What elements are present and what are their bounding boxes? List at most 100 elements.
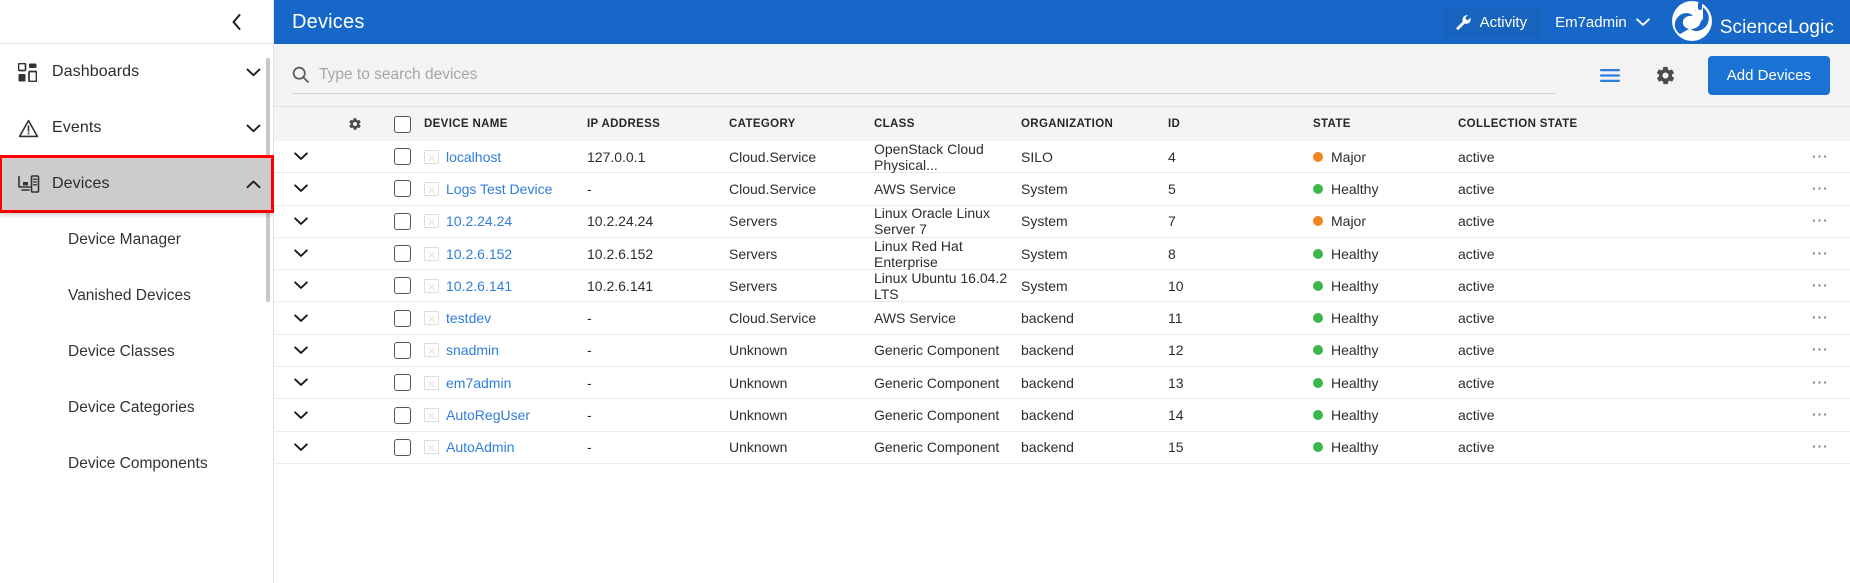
row-checkbox[interactable] [394,407,411,424]
row-actions-ellipsis-icon[interactable]: ⋯ [1790,147,1850,167]
row-checkbox[interactable] [394,342,411,359]
row-actions-ellipsis-icon[interactable]: ⋯ [1790,276,1850,296]
row-checkbox-cell [382,439,422,456]
table-row[interactable]: 10.2.6.14110.2.6.141ServersLinux Ubuntu … [274,270,1850,302]
chevron-up-icon[interactable] [233,180,273,189]
row-actions-ellipsis-icon[interactable]: ⋯ [1790,211,1850,231]
wrench-icon [1455,14,1472,31]
sidebar-subitem-device-classes[interactable]: Device Classes [0,324,273,380]
row-expand-chevron-down-icon[interactable] [274,184,328,193]
row-expand-chevron-down-icon[interactable] [274,443,328,452]
sidebar-subitem-device-categories[interactable]: Device Categories [0,380,273,436]
row-checkbox[interactable] [394,245,411,262]
row-checkbox[interactable] [394,213,411,230]
row-expand-chevron-down-icon[interactable] [274,346,328,355]
header-category[interactable]: CATEGORY [729,118,874,130]
row-expand-chevron-down-icon[interactable] [274,249,328,258]
search-input[interactable] [319,66,1556,84]
select-all-checkbox[interactable] [394,116,411,133]
row-checkbox[interactable] [394,374,411,391]
row-actions-ellipsis-icon[interactable]: ⋯ [1790,340,1850,360]
row-actions-ellipsis-icon[interactable]: ⋯ [1790,308,1850,328]
status-dot [1313,345,1323,355]
row-checkbox[interactable] [394,180,411,197]
cell-device-name[interactable]: 10.2.6.141 [422,278,587,294]
row-expand-chevron-down-icon[interactable] [274,411,328,420]
search-bar[interactable] [292,56,1556,94]
cell-ip-address: - [587,375,729,391]
list-view-icon[interactable] [1590,55,1630,95]
cell-device-name[interactable]: Logs Test Device [422,181,587,197]
device-name-link[interactable]: 10.2.6.141 [446,278,512,294]
row-actions-ellipsis-icon[interactable]: ⋯ [1790,244,1850,264]
cell-device-name[interactable]: AutoRegUser [422,407,587,423]
table-row[interactable]: snadmin-UnknownGeneric Componentbackend1… [274,335,1850,367]
cell-device-name[interactable]: localhost [422,149,587,165]
device-name-link[interactable]: Logs Test Device [446,181,552,197]
cell-device-name[interactable]: 10.2.6.152 [422,246,587,262]
sidebar-subitem-device-components[interactable]: Device Components [0,436,273,492]
cell-category: Cloud.Service [729,310,874,326]
device-name-link[interactable]: AutoRegUser [446,407,530,423]
header-ip-address[interactable]: IP ADDRESS [587,118,729,130]
header-device-name[interactable]: DEVICE NAME [422,118,587,130]
header-id[interactable]: ID [1168,118,1313,130]
table-settings-gear-icon[interactable] [328,117,382,131]
row-expand-chevron-down-icon[interactable] [274,217,328,226]
table-row[interactable]: localhost127.0.0.1Cloud.ServiceOpenStack… [274,141,1850,173]
row-checkbox[interactable] [394,310,411,327]
table-row[interactable]: AutoRegUser-UnknownGeneric Componentback… [274,399,1850,431]
sidebar-collapse-icon[interactable] [223,9,249,35]
cell-device-name[interactable]: 10.2.24.24 [422,213,587,229]
header-organization[interactable]: ORGANIZATION [1021,118,1168,130]
device-name-link[interactable]: AutoAdmin [446,439,514,455]
settings-gear-icon[interactable] [1646,55,1686,95]
row-expand-chevron-down-icon[interactable] [274,281,328,290]
row-checkbox[interactable] [394,148,411,165]
row-expand-chevron-down-icon[interactable] [274,152,328,161]
device-name-link[interactable]: localhost [446,149,501,165]
table-row[interactable]: testdev-Cloud.ServiceAWS Servicebackend1… [274,302,1850,334]
status-label: Major [1331,149,1366,165]
user-menu-label: Em7admin [1555,14,1627,31]
header-collection-state[interactable]: COLLECTION STATE [1458,118,1790,130]
cell-device-name[interactable]: snadmin [422,342,587,358]
row-actions-ellipsis-icon[interactable]: ⋯ [1790,405,1850,425]
sidebar-item-devices[interactable]: Devices [0,156,273,212]
header-state[interactable]: STATE [1313,118,1458,130]
sciencelogic-logo[interactable]: ScienceLogic [1668,0,1850,44]
row-checkbox[interactable] [394,439,411,456]
sidebar-subitem-device-manager[interactable]: Device Manager [0,212,273,268]
row-actions-ellipsis-icon[interactable]: ⋯ [1790,373,1850,393]
header-class[interactable]: CLASS [874,118,1021,130]
add-devices-button[interactable]: Add Devices [1708,56,1830,95]
row-actions-ellipsis-icon[interactable]: ⋯ [1790,179,1850,199]
cell-device-name[interactable]: testdev [422,310,587,326]
cell-device-name[interactable]: AutoAdmin [422,439,587,455]
cell-collection-state: active [1458,310,1790,326]
sidebar-item-dashboards[interactable]: Dashboards [0,44,273,100]
sidebar-item-events[interactable]: Events [0,100,273,156]
table-row[interactable]: em7admin-UnknownGeneric Componentbackend… [274,367,1850,399]
sidebar-subitem-vanished-devices[interactable]: Vanished Devices [0,268,273,324]
row-checkbox[interactable] [394,277,411,294]
table-row[interactable]: AutoAdmin-UnknownGeneric Componentbacken… [274,432,1850,464]
device-name-link[interactable]: snadmin [446,342,499,358]
activity-button[interactable]: Activity [1443,7,1542,38]
device-name-link[interactable]: 10.2.6.152 [446,246,512,262]
table-row[interactable]: 10.2.24.2410.2.24.24ServersLinux Oracle … [274,206,1850,238]
device-thumbnail-icon [424,214,439,228]
row-expand-chevron-down-icon[interactable] [274,314,328,323]
device-name-link[interactable]: testdev [446,310,491,326]
device-name-link[interactable]: 10.2.24.24 [446,213,512,229]
device-name-link[interactable]: em7admin [446,375,511,391]
cell-device-name[interactable]: em7admin [422,375,587,391]
row-expand-chevron-down-icon[interactable] [274,378,328,387]
table-row[interactable]: 10.2.6.15210.2.6.152ServersLinux Red Hat… [274,238,1850,270]
device-thumbnail-icon [424,150,439,164]
table-row[interactable]: Logs Test Device-Cloud.ServiceAWS Servic… [274,173,1850,205]
row-actions-ellipsis-icon[interactable]: ⋯ [1790,437,1850,457]
status-dot [1313,378,1323,388]
cell-collection-state: active [1458,342,1790,358]
user-menu[interactable]: Em7admin [1555,14,1650,31]
